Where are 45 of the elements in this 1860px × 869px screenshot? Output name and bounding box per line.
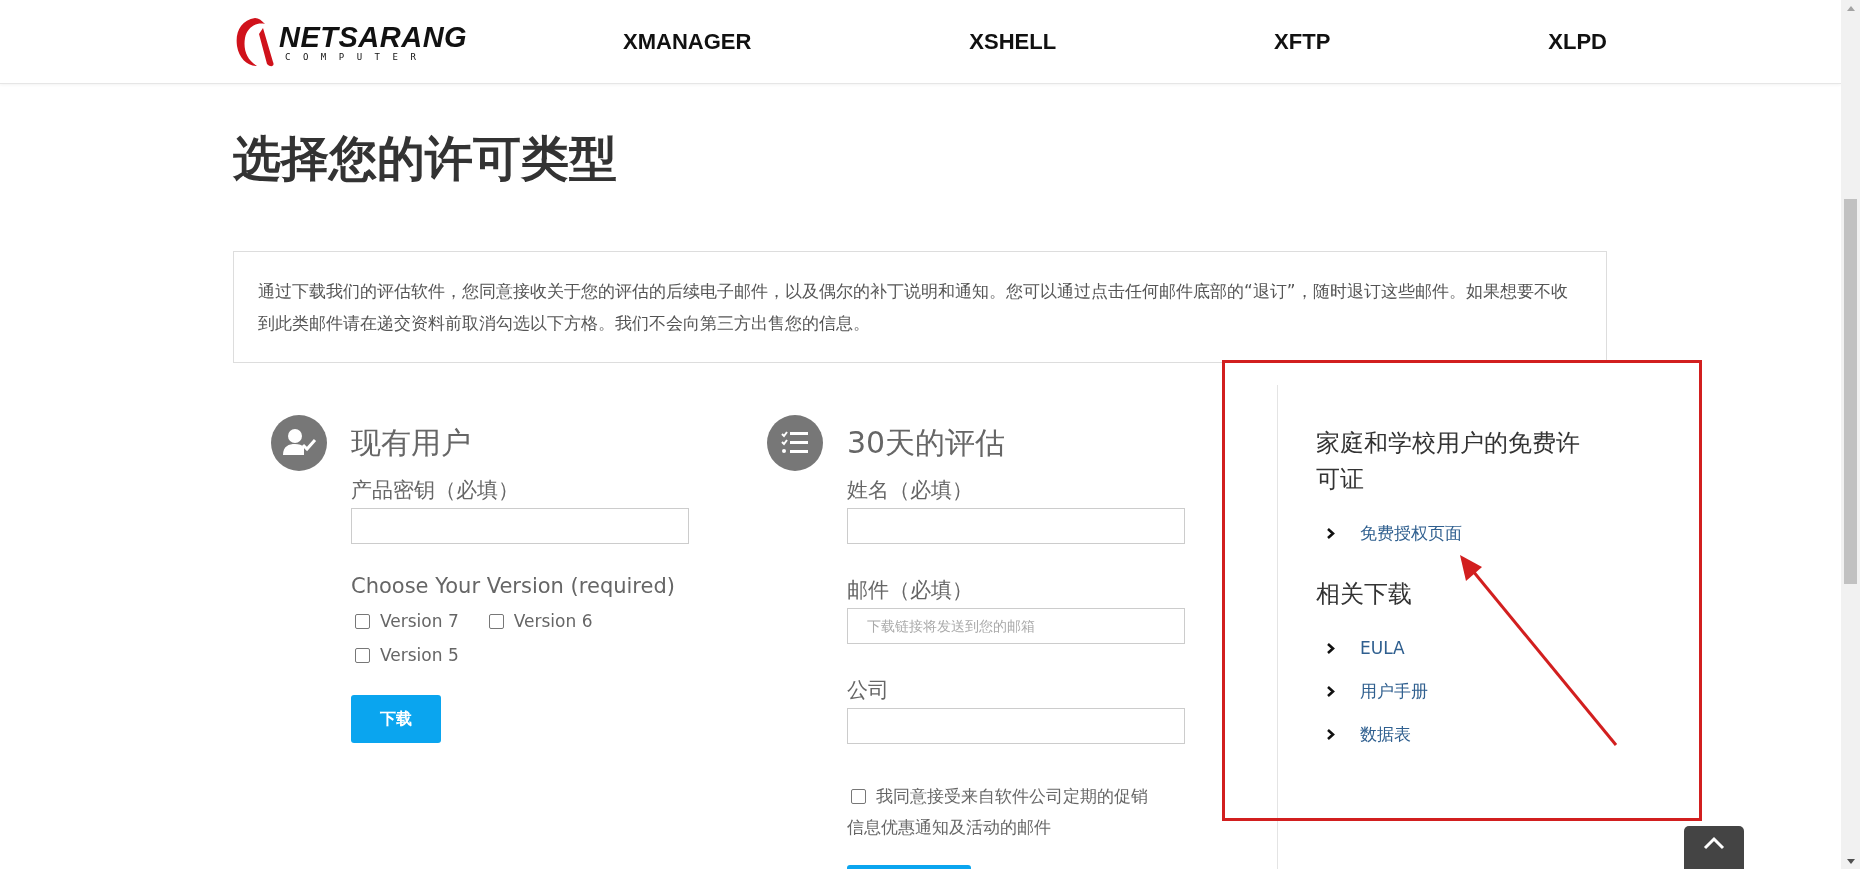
nav-link[interactable]: XMANAGER (623, 28, 752, 55)
checkbox[interactable] (488, 613, 504, 629)
netsarang-logo[interactable]: NETSARANG COMPUTER (233, 15, 563, 68)
section-heading: 30天的评估 (847, 423, 1006, 462)
checkbox[interactable] (851, 789, 866, 804)
text-field[interactable] (351, 508, 689, 544)
sidebar-heading: 家庭和学校用户的免费许可证 (1316, 428, 1581, 495)
field-label: Choose Your Version (required) (351, 573, 675, 600)
section-heading: 现有用户 (351, 423, 471, 462)
field-label: 公司 (847, 677, 889, 704)
field-label: 姓名（必填） (847, 477, 973, 504)
text-field[interactable] (847, 708, 1185, 744)
sidebar-link[interactable]: 数据表 (1360, 722, 1411, 747)
nav-link[interactable]: XSHELL (969, 28, 1057, 55)
checkbox-label: Version 5 (380, 645, 459, 665)
sidebar-link[interactable]: EULA (1360, 636, 1405, 661)
checkbox[interactable] (355, 647, 370, 663)
sidebar-link[interactable]: 免费授权页面 (1360, 521, 1462, 546)
logo-wordmark: NETSARANG (279, 21, 468, 52)
back-to-top-button[interactable] (1684, 826, 1744, 869)
user-check-icon (271, 415, 327, 471)
chevron-right-icon (1326, 642, 1335, 655)
checkbox[interactable] (355, 613, 370, 629)
chevron-up-icon (1703, 836, 1725, 850)
scroll-down-arrow-icon[interactable] (1846, 859, 1855, 864)
checkbox-label: Version 7 (380, 611, 459, 631)
field-label: 产品密钥（必填） (351, 477, 519, 504)
checkbox-label: Version 6 (513, 611, 593, 631)
nav-link[interactable]: XLPD (1548, 28, 1607, 55)
checklist-icon (767, 415, 823, 471)
scrollbar-thumb[interactable] (1844, 199, 1857, 584)
chevron-right-icon (1326, 685, 1335, 698)
page-title: 选择您的许可类型 (233, 129, 618, 188)
consent-checkbox[interactable]: 我同意接受来自软件公司定期的促销信息优惠通知及活动的邮件 (847, 781, 1155, 843)
chevron-right-icon (1326, 728, 1335, 741)
scrollbar[interactable] (1841, 0, 1860, 869)
chevron-right-icon (1326, 527, 1335, 540)
notice-text: 通过下载我们的评估软件，您同意接收关于您的评估的后续电子邮件，以及偶尔的补丁说明和通知。您可以通过点击任何邮件底部的“退订”，随时退订这些邮件。如果想要不收到此类邮件请在递交资料前取消勾选以下方格。我们不会向第三方出售您的信息。 (258, 280, 1569, 335)
field-label: 邮件（必填） (847, 577, 973, 604)
text-field[interactable] (847, 508, 1185, 544)
sidebar-link[interactable]: 用户手册 (1360, 679, 1428, 704)
text-field[interactable]: 下载链接将发送到您的邮箱 (847, 608, 1185, 644)
sidebar-heading: 相关下载 (1316, 579, 1413, 610)
logo-subtitle: COMPUTER (284, 51, 430, 62)
nav-link[interactable]: XFTP (1274, 28, 1331, 55)
